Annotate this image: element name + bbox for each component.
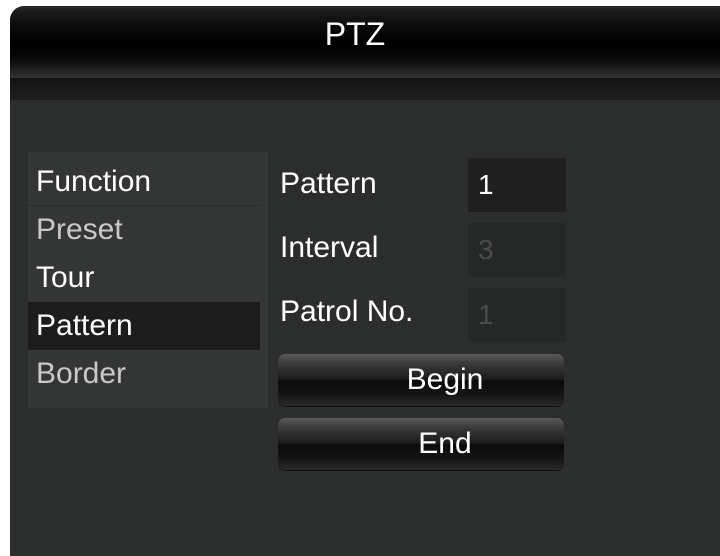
title-bar[interactable]: PTZ <box>10 6 720 78</box>
interval-field[interactable]: 3 <box>468 223 566 277</box>
menu-item-tour[interactable]: Tour <box>28 254 260 302</box>
pattern-label: Pattern <box>280 167 377 200</box>
ptz-dialog: PTZ Function Preset Tour Pattern Border … <box>10 6 720 556</box>
pattern-field[interactable]: 1 <box>468 158 566 212</box>
end-button[interactable]: End <box>278 418 564 470</box>
menu-item-preset[interactable]: Preset <box>28 206 260 254</box>
dialog-title: PTZ <box>324 16 386 52</box>
patrol-no-label: Patrol No. <box>280 295 414 328</box>
begin-button[interactable]: Begin <box>278 354 564 406</box>
menu-item-border[interactable]: Border <box>28 350 260 398</box>
function-menu: Function Preset Tour Pattern Border <box>28 152 268 408</box>
menu-header: Function <box>28 158 260 206</box>
interval-label: Interval <box>280 231 379 264</box>
menu-item-pattern[interactable]: Pattern <box>28 302 260 350</box>
title-separator <box>10 78 720 100</box>
patrol-no-field[interactable]: 1 <box>468 288 566 342</box>
